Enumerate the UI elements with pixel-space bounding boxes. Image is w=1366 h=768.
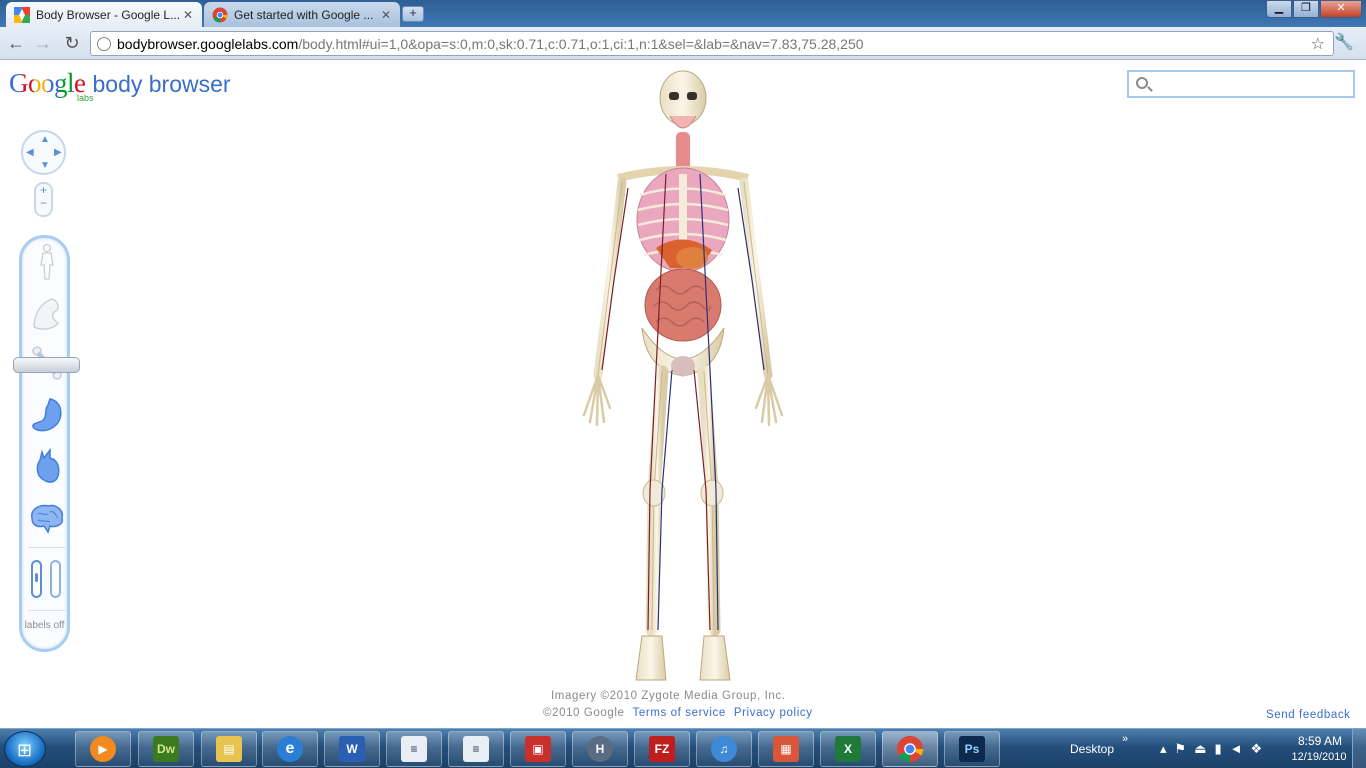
file-explorer-icon[interactable]: ▤: [201, 731, 257, 767]
wrench-menu-icon[interactable]: 🔧: [1334, 32, 1354, 52]
search-icon: [1136, 77, 1148, 89]
browser-toolbar: ← → ↻ bodybrowser.googlelabs.com/body.ht…: [0, 27, 1366, 60]
dreamweaver-icon[interactable]: Dw: [138, 731, 194, 767]
package-icon[interactable]: ▣: [510, 731, 566, 767]
clock-date[interactable]: 12/19/2010: [1286, 751, 1352, 763]
labels-toggle[interactable]: [31, 560, 61, 602]
back-arrow-icon[interactable]: ←: [5, 32, 27, 54]
chrome-icon[interactable]: [882, 731, 938, 767]
windows-taskbar: ⊞ ▶ Dw ▤ e W ≡ ≡ ▣ H FZ ♫ ▦ X Ps Desktop…: [0, 728, 1366, 768]
copyright-text: ©2010 Google: [543, 707, 625, 719]
chrome-favicon-icon: [212, 7, 228, 22]
maximize-icon[interactable]: ❐: [1293, 0, 1319, 18]
panel-divider: [28, 610, 66, 611]
media-player-icon[interactable]: ▶: [75, 731, 131, 767]
forward-arrow-icon[interactable]: →: [32, 32, 54, 54]
tab-strip: Body Browser - Google L... ✕ Get started…: [0, 0, 1366, 27]
close-window-icon[interactable]: ✕: [1320, 0, 1362, 18]
zoom-control: + −: [34, 182, 53, 217]
tab-get-started[interactable]: Get started with Google ... ✕: [204, 2, 400, 27]
search-box[interactable]: [1127, 70, 1355, 98]
excel-icon[interactable]: X: [820, 731, 876, 767]
itunes-icon[interactable]: ♫: [696, 731, 752, 767]
show-desktop-button[interactable]: [1352, 729, 1366, 768]
privacy-link[interactable]: Privacy policy: [734, 707, 813, 719]
anatomy-model-view[interactable]: [570, 70, 795, 690]
reload-icon[interactable]: ↻: [61, 32, 83, 54]
labels-toggle-off[interactable]: [50, 560, 61, 598]
bookmark-star-icon[interactable]: ☆: [1311, 34, 1325, 54]
window-controls: ▁ ❐ ✕: [1265, 0, 1362, 18]
toolbar-chevron-icon[interactable]: »: [1122, 733, 1128, 745]
layer-slider-thumb[interactable]: [13, 357, 80, 373]
network-signal-icon[interactable]: ▮: [1214, 741, 1229, 756]
tab-close-icon[interactable]: ✕: [182, 8, 194, 22]
action-center-flag-icon[interactable]: ⚑: [1175, 741, 1195, 756]
brain-layer-icon[interactable]: [28, 498, 66, 538]
windows-logo-icon: ⊞: [17, 740, 33, 760]
pan-control[interactable]: ▲ ▼ ◀ ▶: [21, 130, 66, 175]
dropbox-icon[interactable]: ❖: [1251, 741, 1271, 756]
google-body-browser-logo[interactable]: Google labs body browser: [9, 68, 231, 103]
paint-icon[interactable]: ▦: [758, 731, 814, 767]
terms-link[interactable]: Terms of service: [633, 707, 726, 719]
show-hidden-icons-icon[interactable]: ▴: [1160, 741, 1175, 756]
organs-layer-icon[interactable]: [28, 395, 66, 435]
labs-label: labs: [77, 93, 94, 103]
google-logo: Google: [9, 68, 86, 98]
url-host: bodybrowser.googlelabs.com: [117, 35, 299, 52]
volume-icon[interactable]: ◄: [1230, 741, 1251, 756]
product-name: body browser: [92, 71, 231, 97]
photoshop-icon[interactable]: Ps: [944, 731, 1000, 767]
body-browser-favicon-icon: [14, 6, 30, 23]
hyperterminal-icon[interactable]: H: [572, 731, 628, 767]
copyright-line: ©2010 Google Terms of service Privacy poli…: [543, 707, 813, 719]
tray-icons: ▴⚑⏏▮◄❖: [1160, 741, 1270, 757]
usb-device-icon[interactable]: ⏏: [1194, 741, 1214, 756]
heart-layer-icon[interactable]: [28, 446, 66, 486]
labels-toggle-on[interactable]: [31, 560, 42, 598]
search-input[interactable]: [1153, 74, 1349, 94]
globe-icon: [97, 36, 111, 51]
tab-title: Get started with Google ...: [234, 7, 374, 22]
pan-left-icon[interactable]: ◀: [26, 147, 34, 158]
layer-slider-panel[interactable]: labels off: [13, 235, 80, 652]
pan-right-icon[interactable]: ▶: [54, 147, 62, 158]
url-path: /body.html#ui=1,0&opa=s:0,m:0,sk:0.71,c:…: [298, 35, 864, 52]
address-bar[interactable]: bodybrowser.googlelabs.com/body.html#ui=…: [90, 31, 1334, 56]
chrome-logo-icon: [896, 735, 924, 763]
desktop-toolbar-label[interactable]: Desktop: [1070, 742, 1114, 756]
notepad-icon[interactable]: ≡: [448, 731, 504, 767]
tab-title: Body Browser - Google L...: [36, 7, 181, 22]
start-button[interactable]: ⊞: [4, 731, 46, 767]
zoom-out-icon[interactable]: −: [36, 197, 51, 210]
filezilla-icon[interactable]: FZ: [634, 731, 690, 767]
word-icon[interactable]: W: [324, 731, 380, 767]
pan-down-icon[interactable]: ▼: [40, 160, 50, 171]
tab-close-icon[interactable]: ✕: [380, 8, 392, 22]
tab-body-browser[interactable]: Body Browser - Google L... ✕: [6, 2, 202, 27]
notepad-icon[interactable]: ≡: [386, 731, 442, 767]
panel-divider: [28, 547, 66, 548]
skin-layer-icon[interactable]: [28, 242, 66, 282]
system-tray: Desktop » ▴⚑⏏▮◄❖ 8:59 AM 12/19/2010: [1060, 729, 1366, 768]
minimize-icon[interactable]: ▁: [1266, 0, 1292, 18]
new-tab-button[interactable]: +: [402, 6, 424, 22]
pan-up-icon[interactable]: ▲: [40, 134, 50, 145]
labels-status: labels off: [24, 620, 65, 631]
clock-time[interactable]: 8:59 AM: [1292, 734, 1348, 748]
internet-explorer-icon[interactable]: e: [262, 731, 318, 767]
imagery-credit: Imagery ©2010 Zygote Media Group, Inc.: [551, 690, 786, 702]
muscle-layer-icon[interactable]: [28, 293, 66, 333]
send-feedback-link[interactable]: Send feedback: [1266, 709, 1351, 721]
